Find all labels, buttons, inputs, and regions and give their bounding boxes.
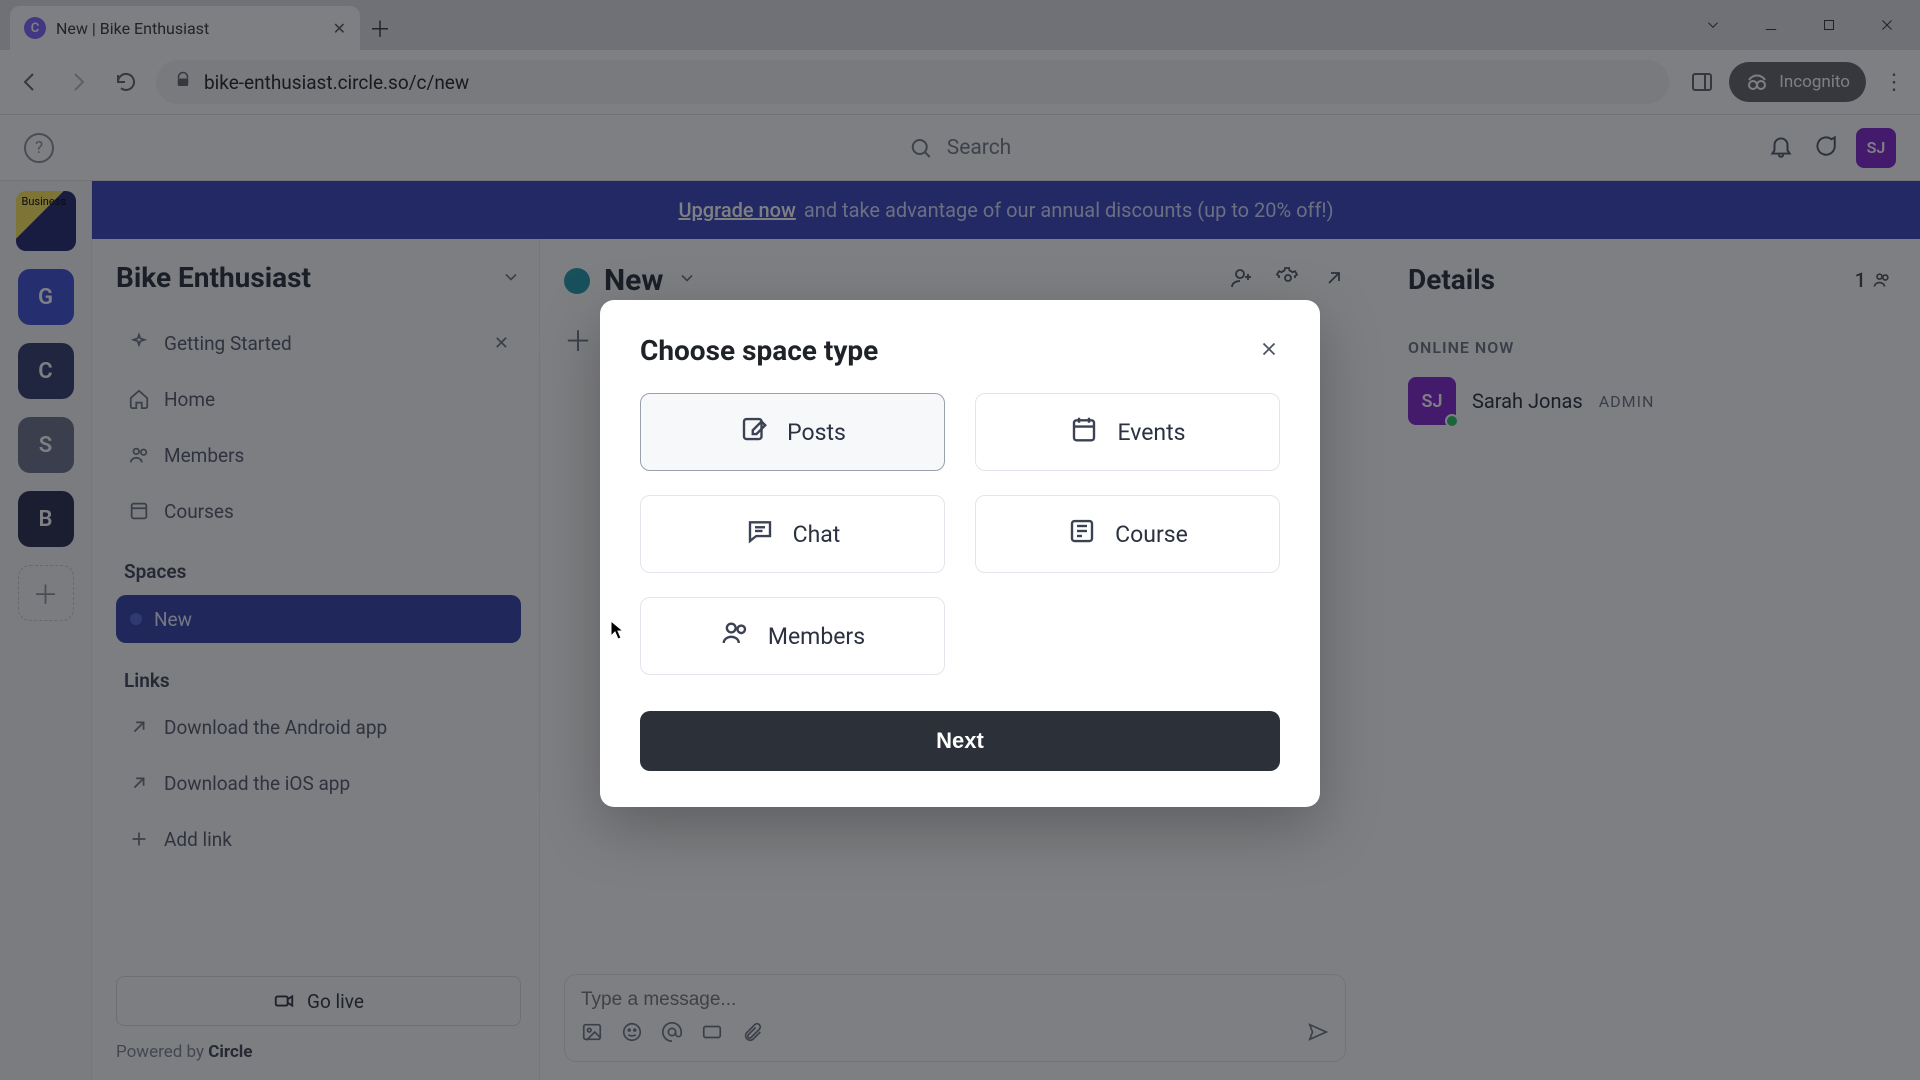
modal-title: Choose space type: [640, 334, 878, 367]
course-icon: [1067, 516, 1097, 552]
space-type-label: Events: [1117, 419, 1185, 446]
mouse-cursor-icon: [610, 620, 624, 640]
events-icon: [1069, 414, 1099, 450]
space-type-label: Chat: [793, 521, 841, 548]
space-type-label: Posts: [787, 419, 846, 446]
space-type-posts[interactable]: Posts: [640, 393, 945, 471]
space-type-members[interactable]: Members: [640, 597, 945, 675]
space-type-course[interactable]: Course: [975, 495, 1280, 573]
space-type-events[interactable]: Events: [975, 393, 1280, 471]
members-icon: [720, 618, 750, 654]
space-type-label: Course: [1115, 521, 1188, 548]
chat-icon: [745, 516, 775, 552]
space-type-chat[interactable]: Chat: [640, 495, 945, 573]
next-button[interactable]: Next: [640, 711, 1280, 771]
next-button-label: Next: [936, 728, 984, 753]
space-type-modal: Choose space type Posts Events Chat Course M…: [600, 300, 1320, 807]
space-type-label: Members: [768, 623, 865, 650]
posts-icon: [739, 414, 769, 450]
modal-close-button[interactable]: [1258, 338, 1280, 364]
